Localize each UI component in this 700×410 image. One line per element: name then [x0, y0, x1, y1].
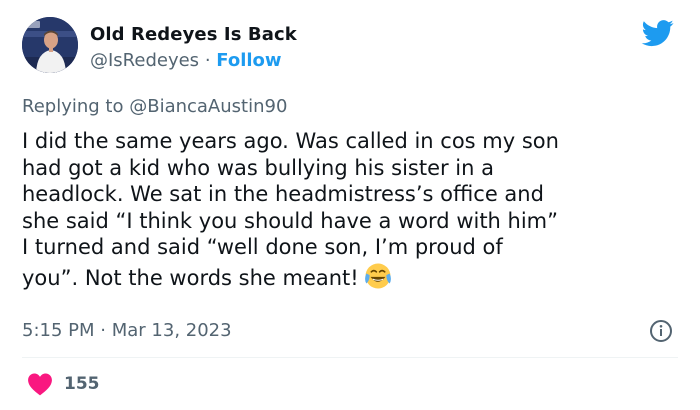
timestamp-separator: ·: [100, 320, 106, 341]
follow-button[interactable]: Follow: [216, 50, 281, 71]
tweet-text-line: she said “I think you should have a word…: [22, 208, 559, 233]
author-avatar[interactable]: [22, 17, 78, 73]
tweet-text-line: you”. Not the words she meant!: [22, 265, 359, 290]
tweet-text-line: had got a kid who was bullying his siste…: [22, 155, 494, 180]
tweet-text-line-last: you”. Not the words she meant!: [22, 261, 682, 292]
tweet-text-line: I did the same years ago. Was called in …: [22, 129, 559, 153]
like-count: 155: [64, 374, 100, 394]
heart-icon[interactable]: [27, 372, 53, 396]
tweet-text-line: I turned and said “well done son, I’m pr…: [22, 235, 503, 259]
tweet-time[interactable]: 5:15 PM: [22, 320, 95, 341]
replying-to: Replying to @BiancaAustin90: [22, 96, 287, 117]
tweet-date[interactable]: Mar 13, 2023: [112, 320, 232, 341]
author-handle-row: @IsRedeyes · Follow: [90, 50, 282, 71]
author-name[interactable]: Old Redeyes Is Back: [90, 24, 297, 45]
divider: [22, 357, 678, 358]
tweet-text: I did the same years ago. Was called in …: [22, 128, 682, 291]
tweet-text-line: headlock. We sat in the headmistress’s o…: [22, 182, 544, 206]
twitter-bird-icon[interactable]: [640, 17, 676, 49]
tweet-timestamp[interactable]: 5:15 PM · Mar 13, 2023: [22, 320, 232, 341]
author-handle[interactable]: @IsRedeyes: [90, 50, 199, 71]
tears-of-joy-emoji-icon: [364, 263, 391, 288]
replying-to-label: Replying to: [22, 96, 124, 117]
reply-target-link[interactable]: @BiancaAustin90: [129, 96, 287, 117]
handle-separator: ·: [204, 50, 211, 71]
info-icon[interactable]: [649, 319, 673, 343]
tweet-card: Old Redeyes Is Back @IsRedeyes · Follow …: [0, 0, 700, 410]
